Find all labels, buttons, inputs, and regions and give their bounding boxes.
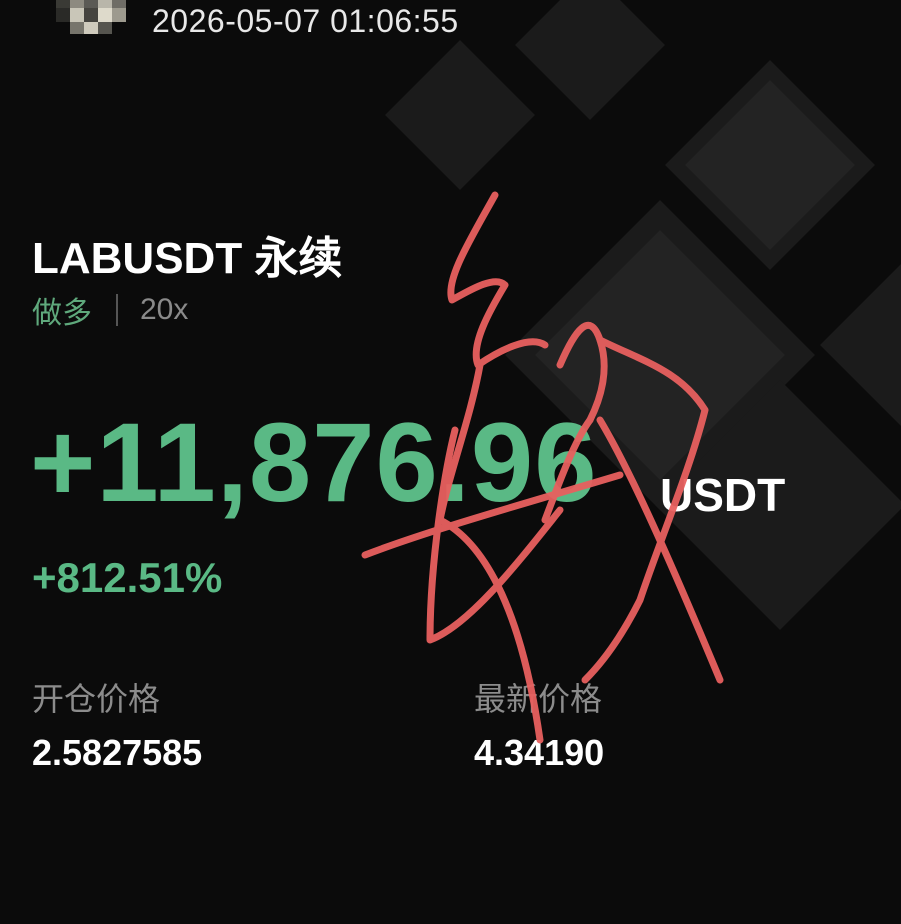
roi-percentage: +812.51% <box>32 554 223 601</box>
pnl-unit: USDT <box>660 469 786 521</box>
contract-type: 永续 <box>254 234 343 283</box>
entry-price-label: 开仓价格 <box>32 681 161 717</box>
pair-symbol: LABUSDT <box>32 234 243 283</box>
mark-price-value: 4.34190 <box>474 732 605 773</box>
timestamp: 2026-05-07 01:06:55 <box>152 3 459 39</box>
mark-price-label: 最新价格 <box>474 681 603 717</box>
entry-price-value: 2.5827585 <box>32 732 203 773</box>
position-info-row: 做多 20x <box>32 288 188 332</box>
position-side: 做多 <box>32 297 92 330</box>
pair-title: LABUSDT 永续 <box>32 222 342 286</box>
pnl-value: +11,876.96 <box>30 400 598 525</box>
leverage: 20x <box>140 293 189 326</box>
divider <box>116 294 118 326</box>
avatar <box>56 0 126 34</box>
